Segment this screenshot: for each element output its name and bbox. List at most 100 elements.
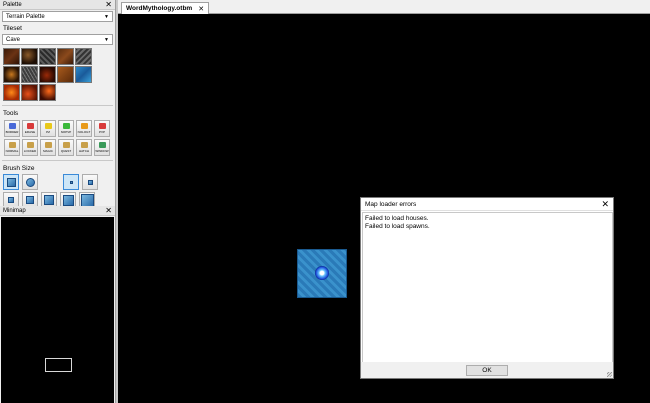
dialog-title-bar: Map loader errors ✕ (361, 198, 613, 211)
tile-brush[interactable] (21, 66, 38, 83)
tool-label: NORMAL (5, 149, 19, 153)
palette-panel: Palette ✕ Terrain Palette ▼ Tileset Cave… (0, 0, 116, 208)
tool-icon (80, 142, 88, 148)
tile-brush[interactable] (3, 66, 20, 83)
tool-label: MAGIC (43, 149, 53, 153)
palette-title-bar: Palette ✕ (0, 0, 115, 10)
tool-button-window[interactable]: WINDOW (94, 139, 110, 156)
tile-brush[interactable] (3, 48, 20, 65)
tool-icon (98, 142, 106, 148)
tile-brush[interactable] (75, 48, 92, 65)
palette-type-select[interactable]: Terrain Palette ▼ (2, 11, 113, 22)
palette-close-icon[interactable]: ✕ (105, 0, 112, 9)
minimap-canvas[interactable] (1, 217, 114, 403)
dialog-footer: OK (361, 362, 613, 378)
tool-button-normal[interactable]: NORMAL (4, 139, 20, 156)
tile-brush[interactable] (21, 48, 38, 65)
tool-label: WINDOW (95, 149, 109, 153)
tool-icon (26, 123, 34, 129)
tool-button-quest[interactable]: QUEST (58, 139, 74, 156)
tool-label: PZ (46, 130, 50, 134)
square-icon (6, 177, 16, 187)
tool-label: NOPVP (60, 130, 72, 134)
tool-button-border[interactable]: BORDER (4, 120, 20, 137)
close-icon[interactable]: ✕ (601, 199, 609, 209)
tileset-value: Cave (6, 36, 21, 43)
tile-brush[interactable] (21, 84, 38, 101)
tool-label: HATCH (78, 149, 90, 153)
brush-size-1-button[interactable] (63, 174, 79, 190)
tool-label: BORDER (5, 130, 19, 134)
tool-icon (62, 123, 70, 129)
square-icon (69, 180, 73, 184)
tool-button-pz[interactable]: PZ (40, 120, 56, 137)
brush-size-2-button[interactable] (82, 174, 98, 190)
tileset-label: Tileset (3, 25, 22, 32)
tile-brush[interactable] (3, 84, 20, 101)
close-icon[interactable]: ✕ (198, 5, 204, 13)
minimap-title-bar: Minimap ✕ (0, 206, 115, 216)
tab-map-file[interactable]: WordMythology.otbm ✕ (121, 2, 210, 14)
tile-brush[interactable] (57, 66, 74, 83)
tool-label: ERASE (24, 130, 36, 134)
square-icon (87, 179, 93, 185)
tool-icon (80, 123, 88, 129)
tool-icon (8, 142, 16, 148)
tileset-select[interactable]: Cave ▼ (2, 34, 113, 45)
square-icon (8, 197, 14, 203)
tile-brush[interactable] (39, 84, 56, 101)
tool-button-nologt[interactable]: NOLOGT (76, 120, 92, 137)
resize-grip-icon[interactable] (607, 372, 612, 377)
palette-title: Palette (3, 1, 22, 8)
minimap-viewport-rect[interactable] (45, 358, 72, 372)
tool-icon (44, 142, 52, 148)
water-tile (297, 249, 347, 298)
error-list[interactable]: Failed to load houses. Failed to load sp… (362, 212, 613, 363)
teleport-orb-icon (315, 266, 329, 280)
palette-type-value: Terrain Palette (6, 13, 45, 20)
minimap-close-icon[interactable]: ✕ (105, 206, 112, 215)
brush-shape-row (0, 173, 115, 191)
editor-tab-bar: WordMythology.otbm ✕ (118, 0, 650, 14)
tool-label: PVP (98, 130, 105, 134)
tab-label: WordMythology.otbm (126, 5, 193, 12)
brush-size-label: Brush Size (3, 165, 35, 172)
chevron-down-icon: ▼ (104, 13, 109, 20)
tool-button-nopvp[interactable]: NOPVP (58, 120, 74, 137)
error-line: Failed to load houses. (365, 215, 429, 222)
tile-brush[interactable] (57, 48, 74, 65)
square-icon (80, 193, 94, 207)
tool-icon (26, 142, 34, 148)
tool-button-locked[interactable]: LOCKED (22, 139, 38, 156)
tool-icon (44, 123, 52, 129)
tool-button-pvp[interactable]: PVP (94, 120, 110, 137)
circle-icon (25, 177, 35, 187)
square-icon (44, 195, 54, 205)
tile-brush[interactable] (75, 66, 92, 83)
minimap-title: Minimap (3, 207, 26, 214)
tool-button-magic[interactable]: MAGIC (40, 139, 56, 156)
tool-button-erase[interactable]: ERASE (22, 120, 38, 137)
error-line: Failed to load spawns. (365, 223, 430, 230)
tool-label: QUEST (60, 149, 72, 153)
chevron-down-icon: ▼ (104, 36, 109, 43)
tool-label: NOLOGT (77, 130, 91, 134)
map-loader-errors-dialog: Map loader errors ✕ Failed to load house… (360, 197, 614, 379)
square-icon (26, 196, 34, 204)
tile-brush[interactable] (39, 66, 56, 83)
divider (2, 105, 113, 106)
ok-button[interactable]: OK (466, 364, 508, 376)
tool-icon (98, 123, 106, 129)
tools-grid: BORDER ERASE PZ NOPVP NOLOGT PVP NORMAL LOCKED M… (0, 118, 115, 158)
tool-label: LOCKED (23, 149, 37, 153)
square-icon (62, 194, 74, 206)
tile-brush[interactable] (39, 48, 56, 65)
minimap-panel: Minimap ✕ (0, 206, 116, 403)
tool-icon (8, 123, 16, 129)
circle-brush-button[interactable] (22, 174, 38, 190)
square-brush-button[interactable] (3, 174, 19, 190)
divider (2, 160, 113, 161)
tool-button-hatch[interactable]: HATCH (76, 139, 92, 156)
dialog-title: Map loader errors (365, 200, 417, 208)
tileset-grid (0, 46, 115, 103)
